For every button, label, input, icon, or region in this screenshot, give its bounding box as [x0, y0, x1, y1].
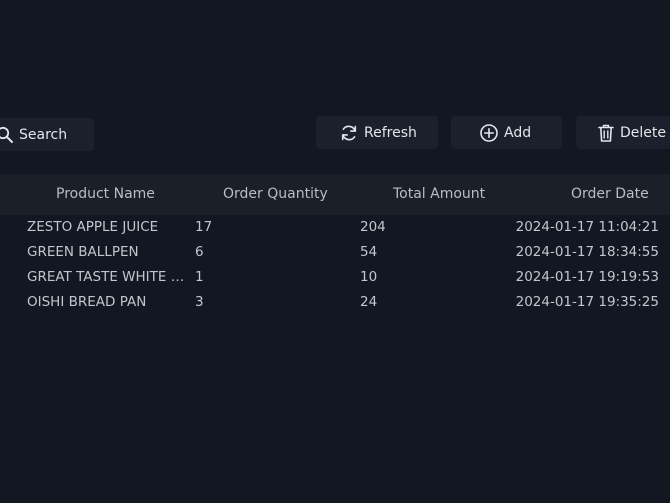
search-button[interactable]: Search	[0, 118, 94, 151]
cell-total-amount: 24	[360, 294, 378, 310]
cell-order-date: 2024-01-17 19:19:53	[515, 269, 659, 285]
cell-order-date: 2024-01-17 18:34:55	[515, 244, 659, 260]
delete-button-label: Delete	[620, 124, 666, 141]
table-row[interactable]: GREAT TASTE WHITE COFFEE 1 10 2024-01-17…	[0, 265, 670, 290]
search-icon	[0, 126, 14, 144]
cell-total-amount: 204	[360, 219, 386, 235]
cell-order-quantity: 6	[195, 244, 204, 260]
refresh-icon	[339, 123, 359, 143]
add-button-label: Add	[504, 124, 532, 141]
column-header-order-quantity[interactable]: Order Quantity	[223, 186, 328, 202]
table-header: Product Name Order Quantity Total Amount…	[0, 174, 670, 215]
cell-product-name: OISHI BREAD PAN	[27, 294, 147, 310]
cell-order-quantity: 3	[195, 294, 204, 310]
add-button[interactable]: Add	[451, 116, 562, 149]
cell-order-quantity: 17	[195, 219, 213, 235]
cell-product-name: ZESTO APPLE JUICE	[27, 219, 159, 235]
plus-circle-icon	[479, 123, 499, 143]
trash-icon	[597, 123, 615, 143]
cell-order-date: 2024-01-17 19:35:25	[515, 294, 659, 310]
table-row[interactable]: OISHI BREAD PAN 3 24 2024-01-17 19:35:25	[0, 290, 670, 315]
table-row[interactable]: ZESTO APPLE JUICE 17 204 2024-01-17 11:0…	[0, 215, 670, 240]
delete-button[interactable]: Delete	[576, 116, 670, 149]
cell-order-date: 2024-01-17 11:04:21	[515, 219, 659, 235]
table-row[interactable]: GREEN BALLPEN 6 54 2024-01-17 18:34:55	[0, 240, 670, 265]
cell-product-name: GREEN BALLPEN	[27, 244, 139, 260]
cell-product-name: GREAT TASTE WHITE COFFEE	[27, 269, 185, 285]
refresh-button[interactable]: Refresh	[316, 116, 438, 149]
search-button-label: Search	[19, 126, 68, 143]
refresh-button-label: Refresh	[364, 124, 417, 141]
cell-total-amount: 10	[360, 269, 378, 285]
cell-order-quantity: 1	[195, 269, 204, 285]
cell-total-amount: 54	[360, 244, 378, 260]
column-header-total-amount[interactable]: Total Amount	[393, 186, 485, 202]
column-header-order-date[interactable]: Order Date	[571, 186, 649, 202]
column-header-product-name[interactable]: Product Name	[56, 186, 155, 202]
